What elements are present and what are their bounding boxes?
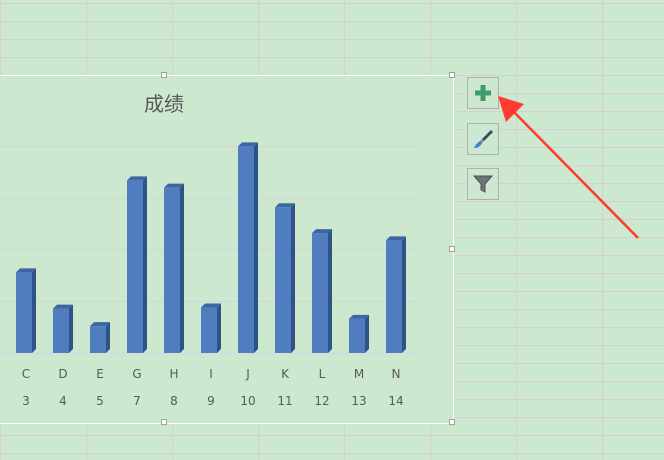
bar-D[interactable] xyxy=(53,304,73,353)
bar-G[interactable] xyxy=(127,176,147,353)
x-tick-label: J xyxy=(245,367,250,381)
bar-side xyxy=(180,183,184,353)
bar-N[interactable] xyxy=(386,236,406,353)
x-tick-label: C xyxy=(22,367,30,381)
bar-side xyxy=(69,304,73,353)
x-secondary-label: 10 xyxy=(240,394,255,408)
bar-front xyxy=(312,233,328,353)
bar-front xyxy=(349,318,365,353)
chart-filters-button[interactable] xyxy=(467,168,499,200)
filter-icon xyxy=(472,175,494,193)
x-tick-label: L xyxy=(319,367,326,381)
x-secondary-label: 7 xyxy=(133,394,141,408)
x-secondary-label: 13 xyxy=(351,394,366,408)
bar-M[interactable] xyxy=(349,314,369,353)
x-secondary-label: 4 xyxy=(59,394,67,408)
bar-front xyxy=(201,307,217,353)
bar-side xyxy=(291,203,295,353)
resize-handle-top-center[interactable] xyxy=(161,72,167,78)
x-tick-label: N xyxy=(392,367,401,381)
bar-side xyxy=(365,314,369,353)
bar-side xyxy=(328,229,332,353)
bar-front xyxy=(386,240,402,353)
bar-front xyxy=(127,180,143,353)
bar-L[interactable] xyxy=(312,229,332,353)
bar-I[interactable] xyxy=(201,303,221,353)
bar-K[interactable] xyxy=(275,203,295,353)
bar-side xyxy=(106,322,110,353)
chart-title[interactable]: 成绩 xyxy=(144,92,184,116)
bar-C[interactable] xyxy=(16,268,36,353)
bar-chart[interactable]: 成绩 C 3 D 4 E 5 G 7 H 8 I 9 J 10 K 11 L 12 M 13 N 14 xyxy=(0,76,455,425)
x-secondary-label: 5 xyxy=(96,394,104,408)
x-secondary-label: 9 xyxy=(207,394,215,408)
paintbrush-icon xyxy=(474,130,493,148)
bar-E[interactable] xyxy=(90,322,110,353)
bar-side xyxy=(143,176,147,353)
x-tick-label: I xyxy=(209,367,213,381)
bar-front xyxy=(275,207,291,353)
x-secondary-label: 8 xyxy=(170,394,178,408)
bar-front xyxy=(53,308,69,353)
x-tick-label: M xyxy=(354,367,364,381)
resize-handle-bottom-center[interactable] xyxy=(161,419,167,425)
resize-handle-middle-right[interactable] xyxy=(449,246,455,252)
x-tick-label: K xyxy=(281,367,290,381)
bar-front xyxy=(164,187,180,353)
x-tick-label: G xyxy=(132,367,141,381)
chart-styles-button[interactable] xyxy=(467,123,499,155)
bar-front xyxy=(16,272,32,353)
x-tick-label: E xyxy=(96,367,104,381)
resize-handle-bottom-right[interactable] xyxy=(449,419,455,425)
chart-elements-button[interactable] xyxy=(467,77,499,109)
x-secondary-label: 3 xyxy=(22,394,30,408)
bar-H[interactable] xyxy=(164,183,184,353)
bar-J[interactable] xyxy=(238,142,258,353)
x-secondary-label: 11 xyxy=(277,394,292,408)
bar-side xyxy=(402,236,406,353)
chart-elements-plus-icon xyxy=(475,85,491,101)
resize-handle-top-right[interactable] xyxy=(449,72,455,78)
bar-side xyxy=(254,142,258,353)
x-secondary-label: 14 xyxy=(388,394,403,408)
bar-side xyxy=(32,268,36,353)
x-tick-label: H xyxy=(169,367,178,381)
bar-front xyxy=(238,146,254,353)
bar-side xyxy=(217,303,221,353)
x-secondary-label: 12 xyxy=(314,394,329,408)
bar-front xyxy=(90,326,106,353)
x-tick-label: D xyxy=(58,367,67,381)
chart-area[interactable]: 成绩 C 3 D 4 E 5 G 7 H 8 I 9 J 10 K 11 L 12 M 13 N 14 xyxy=(0,72,455,425)
